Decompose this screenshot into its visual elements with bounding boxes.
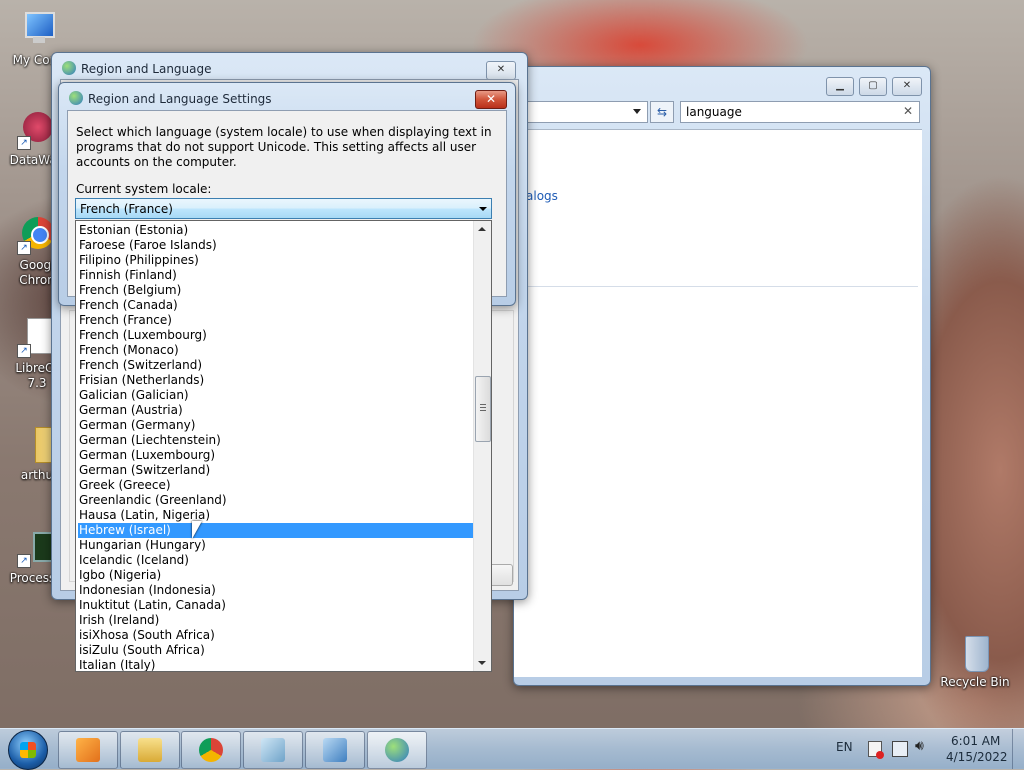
close-button[interactable]: ✕ [475, 90, 507, 109]
combobox-value: French (France) [80, 202, 173, 216]
locale-option[interactable]: Faroese (Faroe Islands) [78, 238, 475, 253]
locale-option[interactable]: French (Canada) [78, 298, 475, 313]
locale-option[interactable]: French (Belgium) [78, 283, 475, 298]
language-indicator[interactable]: EN [836, 740, 853, 754]
vertical-scrollbar[interactable] [473, 221, 491, 671]
shortcut-arrow-icon: ↗ [17, 554, 31, 568]
divider [526, 286, 918, 287]
current-locale-label: Current system locale: [76, 182, 212, 196]
locale-option[interactable]: isiXhosa (South Africa) [78, 628, 475, 643]
locale-option[interactable]: Greenlandic (Greenland) [78, 493, 475, 508]
shortcut-arrow-icon: ↗ [17, 136, 31, 150]
shortcut-arrow-icon: ↗ [17, 344, 31, 358]
close-button[interactable]: ✕ [486, 61, 516, 80]
locale-option[interactable]: Icelandic (Iceland) [78, 553, 475, 568]
locale-option[interactable]: German (Germany) [78, 418, 475, 433]
locale-option[interactable]: Indonesian (Indonesia) [78, 583, 475, 598]
windows-logo-icon [20, 742, 36, 758]
locale-option[interactable]: Hebrew (Israel) [78, 523, 475, 538]
window-title: Region and Language [81, 62, 212, 76]
chevron-down-icon[interactable] [633, 109, 641, 114]
locale-option[interactable]: French (France) [78, 313, 475, 328]
system-locale-combobox[interactable]: French (France) [75, 198, 492, 219]
locale-option[interactable]: Estonian (Estonia) [78, 223, 475, 238]
dialog-title: Region and Language Settings [88, 92, 272, 106]
show-desktop-button[interactable] [1012, 729, 1024, 769]
taskbar-region-language[interactable] [367, 731, 427, 769]
start-button[interactable] [8, 730, 48, 770]
locale-option[interactable]: Inuktitut (Latin, Canada) [78, 598, 475, 613]
globe-icon [62, 61, 76, 75]
network-icon[interactable] [892, 741, 908, 757]
taskbar-chrome[interactable] [181, 731, 241, 769]
maximize-button[interactable]: ▢ [859, 77, 887, 96]
dialog-description: Select which language (system locale) to… [76, 125, 492, 169]
locale-option[interactable]: German (Austria) [78, 403, 475, 418]
refresh-button[interactable]: ⇆ [650, 101, 674, 123]
control-panel-content: alogs [514, 129, 922, 677]
scrollbar-thumb[interactable] [475, 376, 491, 442]
locale-option[interactable]: Igbo (Nigeria) [78, 568, 475, 583]
address-bar[interactable] [514, 101, 648, 123]
locale-option[interactable]: Hausa (Latin, Nigeria) [78, 508, 475, 523]
locale-option[interactable]: Frisian (Netherlands) [78, 373, 475, 388]
taskbar-media-player[interactable] [58, 731, 118, 769]
scroll-up-icon[interactable] [478, 227, 486, 231]
locale-option[interactable]: Finnish (Finland) [78, 268, 475, 283]
taskbar-file-explorer[interactable] [120, 731, 180, 769]
control-panel-window: ▁ ▢ ✕ ⇆ language ✕ alogs [513, 66, 931, 686]
locale-option[interactable]: isiZulu (South Africa) [78, 643, 475, 658]
locale-option[interactable]: German (Switzerland) [78, 463, 475, 478]
control-panel-link[interactable]: alogs [526, 189, 558, 203]
desktop-icon-recycle-bin[interactable]: Recycle Bin [938, 632, 1012, 690]
action-center-icon[interactable] [868, 741, 884, 759]
taskbar-control-panel[interactable] [305, 731, 365, 769]
folder-icon [138, 738, 162, 762]
close-button[interactable]: ✕ [892, 77, 922, 96]
volume-icon[interactable]: 🔊︎ [915, 738, 924, 754]
locale-option[interactable]: German (Luxembourg) [78, 448, 475, 463]
locale-option[interactable]: Hungarian (Hungary) [78, 538, 475, 553]
clock-time[interactable]: 6:01 AM [951, 734, 1000, 748]
locale-option[interactable]: Italian (Italy) [78, 658, 475, 671]
taskbar-app[interactable] [243, 731, 303, 769]
mouse-cursor-icon [192, 521, 202, 539]
clock-date[interactable]: 4/15/2022 [946, 750, 1008, 764]
locale-option[interactable]: French (Monaco) [78, 343, 475, 358]
locale-dropdown-list[interactable]: Estonian (Estonia) Faroese (Faroe Islands… [75, 220, 492, 672]
locale-option[interactable]: French (Switzerland) [78, 358, 475, 373]
locale-option[interactable]: German (Liechtenstein) [78, 433, 475, 448]
chevron-down-icon[interactable] [479, 207, 487, 211]
app-icon [261, 738, 285, 762]
computer-icon [17, 10, 57, 50]
desktop-icon-label: Recycle Bin [940, 675, 1010, 689]
minimize-button[interactable]: ▁ [826, 77, 854, 96]
shortcut-arrow-icon: ↗ [17, 241, 31, 255]
search-input[interactable]: language [686, 105, 742, 119]
locale-option[interactable]: Filipino (Philippines) [78, 253, 475, 268]
globe-icon [69, 91, 83, 105]
media-player-icon [76, 738, 100, 762]
locale-option[interactable]: French (Luxembourg) [78, 328, 475, 343]
locale-option[interactable]: Irish (Ireland) [78, 613, 475, 628]
globe-icon [385, 738, 409, 762]
clear-search-icon[interactable]: ✕ [903, 104, 913, 118]
scroll-down-icon[interactable] [478, 661, 486, 665]
locale-option[interactable]: Galician (Galician) [78, 388, 475, 403]
locale-option[interactable]: Greek (Greece) [78, 478, 475, 493]
taskbar: EN 🔊︎ 6:01 AM 4/15/2022 [0, 728, 1024, 770]
search-box[interactable]: language ✕ [680, 101, 920, 123]
control-panel-icon [323, 738, 347, 762]
chrome-icon [199, 738, 223, 762]
recycle-bin-icon [955, 632, 995, 672]
